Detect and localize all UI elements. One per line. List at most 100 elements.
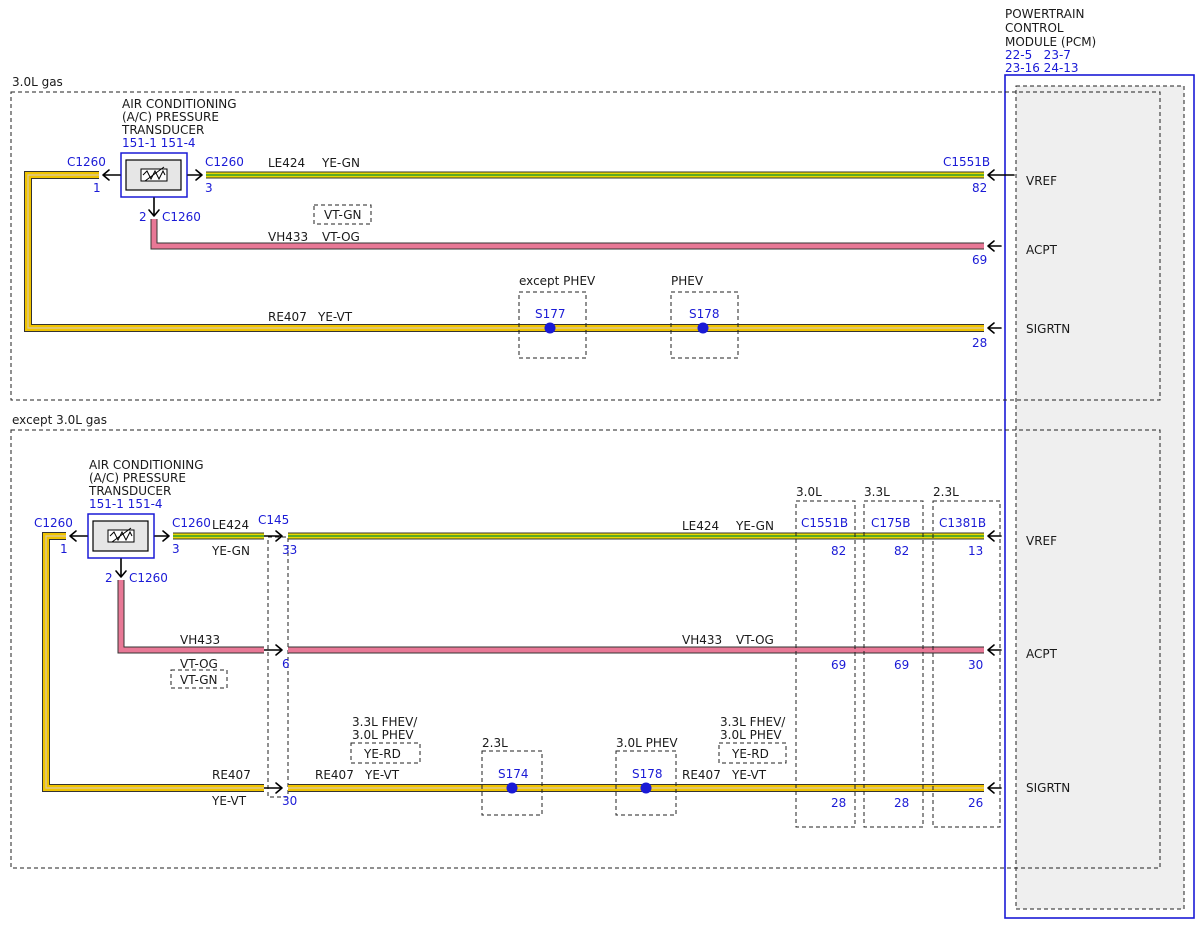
bottom-pressure-transducer[interactable] xyxy=(87,513,155,559)
pcm-pin-vref-bottom: VREF xyxy=(1026,534,1057,548)
top-sig-wire-edge-outer xyxy=(24,171,984,332)
bottom-splice-s174-name: S174 xyxy=(498,767,529,781)
bottom-acpt-wire[interactable] xyxy=(117,580,984,654)
bottom-option-box-1-line1: 3.3L FHEV/ xyxy=(352,715,418,729)
bottom-vref-arrow xyxy=(987,530,1002,542)
bottom-conn-right[interactable]: C1260 xyxy=(172,516,211,530)
bottom-pin-bottom: 2 xyxy=(105,571,113,585)
bottom-vref-color: YE-GN xyxy=(735,519,774,533)
bottom-sig-color-2: YE-VT xyxy=(731,768,767,782)
pcm-refs-line-1[interactable]: 22-5 23-7 xyxy=(1005,48,1071,62)
top-pressure-transducer[interactable] xyxy=(120,152,188,198)
top-splice-s177-name: S177 xyxy=(535,307,566,321)
top-acpt-pin: 69 xyxy=(972,253,987,267)
top-sig-arrow xyxy=(987,322,1002,334)
c145-left-sig-color: YE-VT xyxy=(211,794,247,808)
top-conn-bottom[interactable]: C1260 xyxy=(162,210,201,224)
variant-3-0l-pin-acpt: 69 xyxy=(831,658,846,672)
bottom-pin-left: 1 xyxy=(60,542,68,556)
top-splice-s178-label: PHEV xyxy=(671,274,704,288)
pcm-pin-sigrtn-top: SIGRTN xyxy=(1026,322,1070,336)
top-sig-wire-stripe xyxy=(27,174,984,329)
variant-3-0l-pin-sig: 28 xyxy=(831,796,846,810)
top-sig-wire-body xyxy=(25,172,984,331)
top-acpt-color: VT-OG xyxy=(322,230,360,244)
top-splice-s178-name: S178 xyxy=(689,307,720,321)
variant-3-0l-engine: 3.0L xyxy=(796,485,822,499)
c145-connector[interactable]: C145 33 6 30 xyxy=(258,513,297,808)
c145-pin-sig: 30 xyxy=(282,794,297,808)
top-conn-right[interactable]: C1260 xyxy=(205,155,244,169)
variant-3-3l-connector-name: C175B xyxy=(871,516,911,530)
c145-arrow-vref xyxy=(261,530,283,542)
variant-3-3l-pin-sig: 28 xyxy=(894,796,909,810)
variant-3-0l-connector-name: C1551B xyxy=(801,516,848,530)
variant-2-3l-pin-acpt: 30 xyxy=(968,658,983,672)
top-sensor-refs[interactable]: 151-1 151-4 xyxy=(122,136,196,150)
bottom-conn-left[interactable]: C1260 xyxy=(34,516,73,530)
bottom-sensor-title-1: AIR CONDITIONING xyxy=(89,458,204,472)
pcm-pin-sigrtn-bottom: SIGRTN xyxy=(1026,781,1070,795)
section-3-0l-gas-label: 3.0L gas xyxy=(12,75,63,89)
bottom-acpt-arrow xyxy=(987,644,1002,656)
bottom-splice-s174[interactable]: 2.3L S174 xyxy=(481,736,543,816)
pcm-refs-line-2[interactable]: 23-16 24-13 xyxy=(1005,61,1079,75)
bottom-acpt-color: VT-OG xyxy=(736,633,774,647)
bottom-conn-bottom[interactable]: C1260 xyxy=(129,571,168,585)
top-splice-s177-dot xyxy=(544,322,556,334)
bottom-acpt-circuit: VH433 xyxy=(682,633,722,647)
bottom-splice-s178-name: S178 xyxy=(632,767,663,781)
variant-2-3l-pin-vref: 13 xyxy=(968,544,983,558)
top-splice-s177[interactable]: except PHEV S177 xyxy=(518,274,596,359)
top-splice-s178[interactable]: PHEV S178 xyxy=(670,274,739,359)
bottom-arrow-right xyxy=(154,530,170,542)
bottom-option-box-2-color: YE-RD xyxy=(731,747,769,761)
variant-3-3l-engine: 3.3L xyxy=(864,485,890,499)
bottom-sensor-title-2: (A/C) PRESSURE xyxy=(89,471,186,485)
top-vref-arrow xyxy=(987,169,1015,181)
pcm-title-line-3: MODULE (PCM) xyxy=(1005,35,1096,49)
bottom-option-box-1: 3.3L FHEV/ 3.0L PHEV YE-RD xyxy=(350,715,421,764)
bottom-option-box-2-line2: 3.0L PHEV xyxy=(720,728,782,742)
bottom-splice-s174-dot xyxy=(506,782,518,794)
section-3-0l-gas: 3.0L gas AIR CONDITIONING (A/C) PRESSURE… xyxy=(10,75,1161,401)
top-vref-connector[interactable]: C1551B xyxy=(943,155,990,169)
top-vref-wire[interactable] xyxy=(206,171,984,179)
c145-arrow-sig xyxy=(261,782,283,794)
c145-pin-vref: 33 xyxy=(282,543,297,557)
top-pin-bottom: 2 xyxy=(139,210,147,224)
variant-2-3l-connector-name: C1381B xyxy=(939,516,986,530)
top-sig-wire-edge-inner xyxy=(31,178,984,325)
bottom-pin-right: 3 xyxy=(172,542,180,556)
bottom-sensor-title-3: TRANSDUCER xyxy=(88,484,171,498)
variant-2-3l-pin-sig: 26 xyxy=(968,796,983,810)
bottom-splice-s174-label: 2.3L xyxy=(482,736,508,750)
bottom-vref-circuit: LE424 xyxy=(682,519,719,533)
top-vref-color: YE-GN xyxy=(321,156,360,170)
section-except-3-0l-gas: except 3.0L gas AIR CONDITIONING (A/C) P… xyxy=(10,413,1161,869)
top-sensor-title-3: TRANSDUCER xyxy=(121,123,204,137)
top-splice-s178-dot xyxy=(697,322,709,334)
bottom-splice-s178[interactable]: 3.0L PHEV S178 xyxy=(615,736,678,816)
c145-left-vref-circuit: LE424 xyxy=(212,518,249,532)
top-sig-wire[interactable] xyxy=(24,171,985,332)
top-vref-circuit: LE424 xyxy=(268,156,305,170)
top-arrow-down xyxy=(148,197,160,217)
bottom-option-box-1-color: YE-RD xyxy=(363,747,401,761)
top-sensor-title-1: AIR CONDITIONING xyxy=(122,97,237,111)
top-sig-pin: 28 xyxy=(972,336,987,350)
c145-arrow-acpt xyxy=(261,644,283,656)
top-acpt-circuit: VH433 xyxy=(268,230,308,244)
bottom-sensor-refs[interactable]: 151-1 151-4 xyxy=(89,497,163,511)
top-acpt-arrow xyxy=(987,240,1002,252)
variant-2-3l-engine: 2.3L xyxy=(933,485,959,499)
bottom-option-box-1-line2: 3.0L PHEV xyxy=(352,728,414,742)
c145-left-acpt-circuit: VH433 xyxy=(180,633,220,647)
bottom-alt-color: VT-GN xyxy=(180,673,217,687)
bottom-vref-wire[interactable] xyxy=(173,532,984,540)
wiring-diagram: POWERTRAIN CONTROL MODULE (PCM) 22-5 23-… xyxy=(10,7,1195,919)
pcm-title-line-1: POWERTRAIN xyxy=(1005,7,1085,21)
top-conn-left[interactable]: C1260 xyxy=(67,155,106,169)
top-splice-s177-label: except PHEV xyxy=(519,274,596,288)
pcm-pin-acpt-bottom: ACPT xyxy=(1026,647,1058,661)
